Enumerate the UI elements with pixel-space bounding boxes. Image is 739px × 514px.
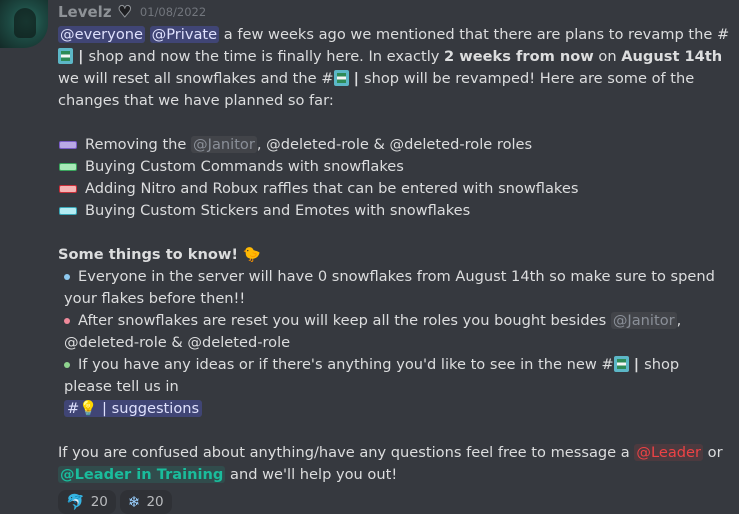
username[interactable]: Levelz <box>58 1 112 23</box>
intro-text-1: a few weeks ago we mentioned that there … <box>219 26 730 43</box>
separator: | <box>348 70 364 87</box>
role-mention-leader-in-training[interactable]: @Leader in Training <box>58 466 226 483</box>
bullet-text: Everyone in the server will have 0 snowf… <box>64 268 715 307</box>
red-bar-icon <box>59 185 77 193</box>
cyan-bar-icon <box>59 207 77 215</box>
duck-icon: 🐤 <box>242 246 261 263</box>
list-item: Adding Nitro and Robux raffles that can … <box>58 178 731 200</box>
role-mention-leader[interactable]: @Leader <box>634 444 704 461</box>
outro-text-1: If you are confused about anything/have … <box>58 444 635 461</box>
mention-private[interactable]: @Private <box>149 26 220 43</box>
list-text: Buying Custom Stickers and Emotes with s… <box>85 202 471 219</box>
outro: If you are confused about anything/have … <box>58 442 731 486</box>
section-title-text: Some things to know! <box>58 246 239 263</box>
intro-text-2: shop and now the time is finally here. I… <box>88 48 445 65</box>
channel-link-suggestions[interactable]: #💡 | suggestions <box>64 400 203 417</box>
custom-emoji-icon: 🐬 <box>66 493 85 511</box>
message-body: @everyone @Private a few weeks ago we me… <box>58 24 731 514</box>
role-mention-janitor[interactable]: @Janitor <box>610 312 677 329</box>
reaction-count: 20 <box>90 494 108 510</box>
purple-bar-icon <box>59 141 77 149</box>
green-dot-icon <box>64 361 70 368</box>
reaction-count: 20 <box>146 494 164 510</box>
list-item: Buying Custom Stickers and Emotes with s… <box>58 200 731 222</box>
reactions: 🐬 20 ❄ 20 <box>58 490 731 514</box>
separator: | <box>73 48 89 65</box>
shop-icon <box>333 70 349 86</box>
list-item: Buying Custom Commands with snowflakes <box>58 156 731 178</box>
shop-icon <box>613 356 629 372</box>
heart-icon: ♥ <box>117 2 132 22</box>
intro-text-3: on <box>593 48 622 65</box>
list-text: Buying Custom Commands with snowflakes <box>85 158 404 175</box>
timestamp: 01/08/2022 <box>139 5 207 19</box>
bullet-text-pre: After snowflakes are reset you will keep… <box>78 312 611 329</box>
bullet-item: Everyone in the server will have 0 snowf… <box>58 266 731 310</box>
snowflake-icon: ❄ <box>127 493 141 511</box>
mention-everyone[interactable]: @everyone <box>58 26 145 43</box>
bullet-item: After snowflakes are reset you will keep… <box>58 310 731 354</box>
intro-bold-2: August 14th <box>621 48 723 65</box>
green-bar-icon <box>59 163 77 171</box>
intro-bold-1: 2 weeks from now <box>444 48 594 65</box>
list-text-pre: Removing the <box>85 136 192 153</box>
list-text-post: , @deleted-role & @deleted-role roles <box>256 136 533 153</box>
list-text: Adding Nitro and Robux raffles that can … <box>85 180 579 197</box>
pink-dot-icon <box>64 317 70 324</box>
role-mention-janitor[interactable]: @Janitor <box>191 136 257 153</box>
separator: | <box>628 356 645 373</box>
intro-text-4: we will reset all snowflakes and the # <box>58 70 334 87</box>
blue-dot-icon <box>64 273 70 280</box>
reaction-custom-emoji[interactable]: 🐬 20 <box>58 490 116 514</box>
bullet-item: If you have any ideas or if there's anyt… <box>58 354 731 420</box>
bullet-text-pre: If you have any ideas or if there's anyt… <box>78 356 614 373</box>
outro-text-3: and we'll help you out! <box>225 466 398 483</box>
message: Levelz ♥ 01/08/2022 @everyone @Private a… <box>58 0 731 514</box>
avatar[interactable] <box>0 0 48 48</box>
outro-text-2: or <box>703 444 723 461</box>
reaction-snowflake[interactable]: ❄ 20 <box>119 490 172 514</box>
list-item: Removing the @Janitor, @deleted-role & @… <box>58 134 731 156</box>
section-title: Some things to know! 🐤 <box>58 244 731 266</box>
shop-icon <box>58 48 73 64</box>
message-header: Levelz ♥ 01/08/2022 <box>58 0 731 24</box>
